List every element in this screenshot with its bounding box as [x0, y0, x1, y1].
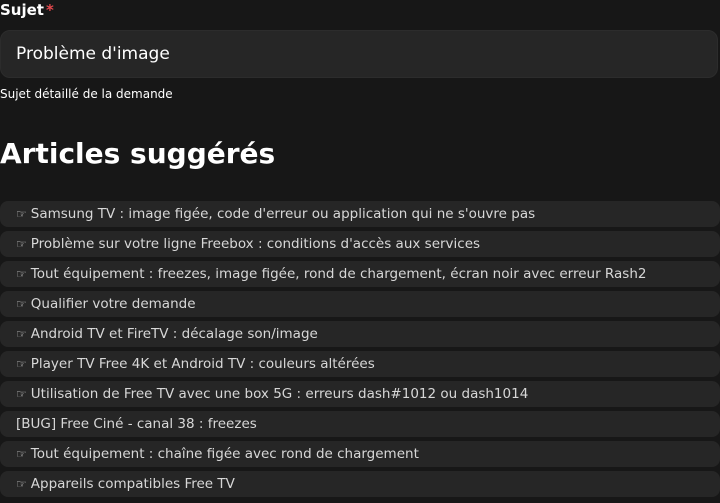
suggested-article-link[interactable]: Android TV et FireTV : décalage son/imag… — [31, 326, 318, 342]
suggested-article-item[interactable]: ☞ Android TV et FireTV : décalage son/ima… — [0, 321, 720, 347]
pointing-hand-icon: ☞ — [16, 447, 27, 461]
suggested-article-item[interactable]: ☞ Player TV Free 4K et Android TV : coule… — [0, 351, 720, 377]
subject-help-text: Sujet détaillé de la demande — [0, 87, 173, 101]
suggested-articles-title: Articles suggérés — [0, 137, 276, 170]
suggested-article-link[interactable]: Tout équipement : chaîne figée avec rond… — [31, 446, 419, 462]
pointing-hand-icon: ☞ — [16, 207, 27, 221]
subject-input[interactable] — [0, 30, 718, 78]
suggested-article-link[interactable]: Qualifier votre demande — [31, 296, 196, 312]
suggested-article-item[interactable]: ☞ Problème sur votre ligne Freebox : cond… — [0, 231, 720, 257]
suggested-article-link[interactable]: Tout équipement : freezes, image figée, … — [31, 266, 647, 282]
pointing-hand-icon: ☞ — [16, 387, 27, 401]
suggested-article-item[interactable]: ☞ Utilisation de Free TV avec une box 5G … — [0, 381, 720, 407]
suggested-article-link[interactable]: Problème sur votre ligne Freebox : condi… — [31, 236, 480, 252]
suggested-article-item[interactable]: ☞ Tout équipement : chaîne figée avec ron… — [0, 441, 720, 467]
suggested-articles-list: ☞ Samsung TV : image figée, code d'erreur… — [0, 201, 720, 501]
suggested-article-link[interactable]: Samsung TV : image figée, code d'erreur … — [31, 206, 535, 222]
suggested-article-item[interactable]: ☞ Tout équipement : freezes, image figée,… — [0, 261, 720, 287]
suggested-article-link[interactable]: Utilisation de Free TV avec une box 5G :… — [31, 386, 529, 402]
pointing-hand-icon: ☞ — [16, 267, 27, 281]
suggested-article-link[interactable]: Player TV Free 4K et Android TV : couleu… — [31, 356, 375, 372]
pointing-hand-icon: ☞ — [16, 327, 27, 341]
suggested-article-link[interactable]: [BUG] Free Ciné - canal 38 : freezes — [16, 416, 257, 432]
subject-label: Sujet * — [0, 1, 54, 21]
support-request-form: Sujet* Sujet détaillé de la demande Arti… — [0, 0, 720, 503]
pointing-hand-icon: ☞ — [16, 297, 27, 311]
suggested-article-item[interactable]: ☞ Appareils compatibles Free TV — [0, 471, 720, 497]
pointing-hand-icon: ☞ — [16, 477, 27, 491]
subject-label-text: Sujet — [0, 1, 44, 19]
suggested-article-item[interactable]: ☞ Qualifier votre demande — [0, 291, 720, 317]
pointing-hand-icon: ☞ — [16, 357, 27, 371]
required-asterisk: * — [45, 1, 54, 19]
suggested-article-item[interactable]: [BUG] Free Ciné - canal 38 : freezes — [0, 411, 720, 437]
suggested-article-link[interactable]: Appareils compatibles Free TV — [31, 476, 235, 492]
suggested-article-item[interactable]: ☞ Samsung TV : image figée, code d'erreur… — [0, 201, 720, 227]
pointing-hand-icon: ☞ — [16, 237, 27, 251]
